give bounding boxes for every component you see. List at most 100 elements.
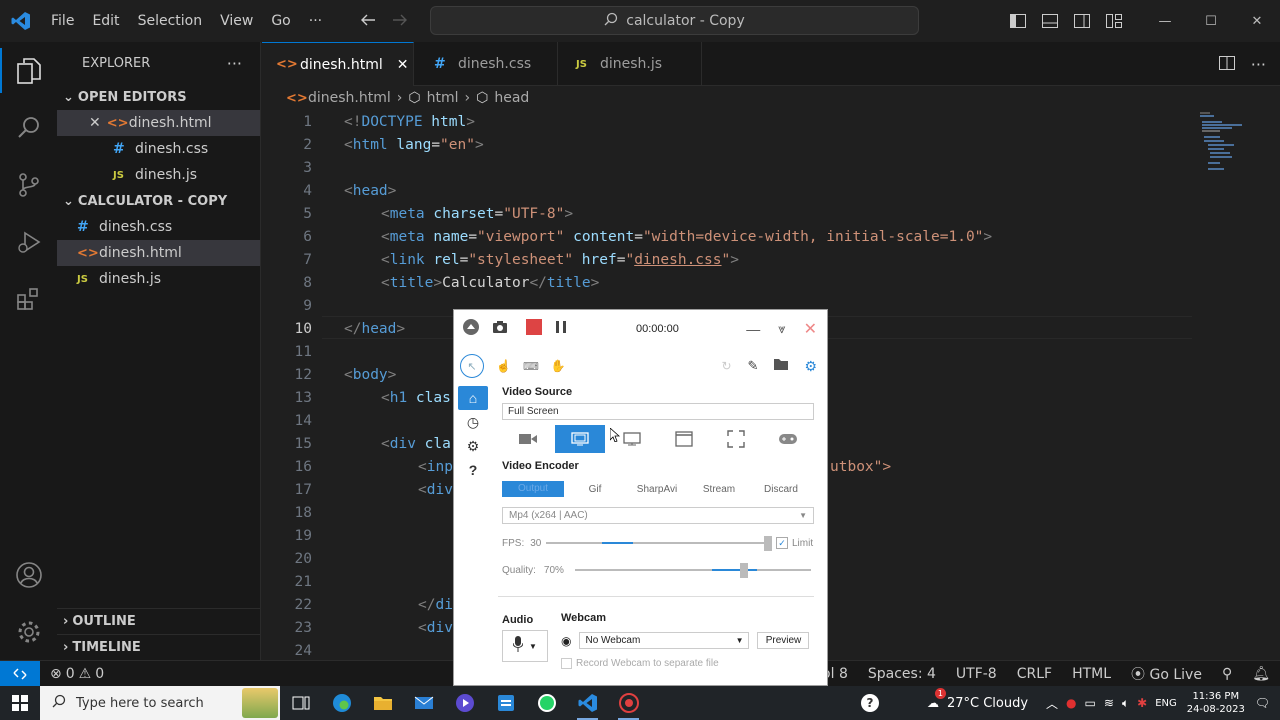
calendar-app-icon[interactable] xyxy=(485,686,526,720)
screen-recorder-icon[interactable] xyxy=(608,686,649,720)
gamepad-source-icon[interactable] xyxy=(763,425,813,453)
file-tree-item[interactable]: <> dinesh.html xyxy=(57,240,260,266)
pause-icon[interactable] xyxy=(554,320,568,339)
folder-icon[interactable] xyxy=(774,357,789,375)
encoder-format-select[interactable]: Mp4 (x264 | AAC) ▼ xyxy=(502,507,814,524)
open-editor-item[interactable]: ✕ <> dinesh.html xyxy=(57,110,260,136)
cursor-tool-icon[interactable]: ↖ xyxy=(460,354,484,378)
windows-start-icon[interactable] xyxy=(0,686,40,720)
timeline-section[interactable]: › TIMELINE xyxy=(57,634,261,660)
taskbar-search[interactable]: Type here to search xyxy=(40,686,280,720)
mail-icon[interactable] xyxy=(403,686,444,720)
end-of-line[interactable]: CRLF xyxy=(1017,666,1052,682)
menu-edit[interactable]: Edit xyxy=(83,0,128,42)
record-webcam-checkbox[interactable] xyxy=(561,658,572,669)
close-icon[interactable]: ✕ xyxy=(804,319,817,339)
outline-section[interactable]: › OUTLINE xyxy=(57,608,261,634)
collapse-icon[interactable] xyxy=(462,318,480,341)
menu-more[interactable]: ··· xyxy=(300,0,331,42)
hand-tool-icon[interactable]: ✋ xyxy=(551,359,566,373)
tab-dinesh-js[interactable]: JS dinesh.js xyxy=(558,42,702,86)
click-tool-icon[interactable]: ☝ xyxy=(496,359,511,373)
settings-gear-icon[interactable] xyxy=(0,603,57,660)
command-center-search[interactable]: calculator - Copy xyxy=(430,6,919,35)
chevron-up-icon[interactable]: ︿ xyxy=(1046,695,1058,712)
file-explorer-icon[interactable] xyxy=(362,686,403,720)
limit-checkbox[interactable]: ✓ xyxy=(776,537,788,549)
encoder-tab-gif[interactable]: Gif xyxy=(564,484,626,495)
breadcrumb-head[interactable]: head xyxy=(494,90,529,106)
language-mode[interactable]: HTML xyxy=(1072,666,1111,682)
region-source-icon[interactable] xyxy=(711,425,761,453)
tab-dinesh-html[interactable]: <> dinesh.html ✕ xyxy=(262,42,414,86)
microphone-button[interactable]: ▼ xyxy=(502,630,548,662)
record-stop-icon[interactable] xyxy=(526,318,542,340)
menu-view[interactable]: View xyxy=(211,0,262,42)
breadcrumb-html[interactable]: html xyxy=(427,90,459,106)
fps-slider-track[interactable] xyxy=(546,542,768,544)
edge-browser-icon[interactable] xyxy=(321,686,362,720)
tab-dinesh-css[interactable]: # dinesh.css xyxy=(414,42,558,86)
encoder-tab-stream[interactable]: Stream xyxy=(688,484,750,495)
indentation[interactable]: Spaces: 4 xyxy=(868,666,936,682)
webcam-select[interactable]: No Webcam ▼ xyxy=(579,632,750,649)
media-app-icon[interactable] xyxy=(444,686,485,720)
home-icon[interactable]: ⌂ xyxy=(458,386,488,410)
folder-section[interactable]: ⌄ CALCULATOR - COPY xyxy=(57,188,260,214)
breadcrumb-file[interactable]: dinesh.html xyxy=(308,90,391,106)
menu-selection[interactable]: Selection xyxy=(129,0,212,42)
encoder-tab-sharpavi[interactable]: SharpAvi xyxy=(626,484,688,495)
menu-file[interactable]: File xyxy=(42,0,83,42)
accounts-status-icon[interactable]: ⚲ xyxy=(1222,666,1232,682)
settings-gear-icon[interactable]: ⚙ xyxy=(458,434,488,458)
task-view-icon[interactable] xyxy=(280,686,321,720)
quality-slider-track[interactable] xyxy=(575,569,811,571)
stylesheet-link[interactable]: dinesh.css xyxy=(634,252,721,268)
volume-icon[interactable]: 🔈︎ xyxy=(1122,696,1129,711)
preview-button[interactable]: Preview xyxy=(757,632,810,649)
history-icon[interactable]: ◷ xyxy=(458,410,488,434)
screenshot-camera-icon[interactable] xyxy=(492,320,508,339)
open-editor-item[interactable]: # dinesh.css xyxy=(57,136,260,162)
more-actions-icon[interactable]: ··· xyxy=(1251,55,1266,74)
source-control-icon[interactable] xyxy=(0,156,57,213)
customize-layout-icon[interactable] xyxy=(1098,14,1130,28)
file-tree-item[interactable]: # dinesh.css xyxy=(57,214,260,240)
problems-indicator[interactable]: ⊗ 0 ⚠ 0 xyxy=(40,666,104,682)
help-icon[interactable]: ? xyxy=(860,694,879,712)
fps-slider-thumb[interactable] xyxy=(764,536,772,551)
go-live-button[interactable]: ⦿ Go Live xyxy=(1131,664,1202,684)
toggle-panel-icon[interactable] xyxy=(1034,14,1066,28)
minimize-icon[interactable]: — xyxy=(746,321,760,337)
explorer-icon[interactable] xyxy=(0,42,57,99)
toggle-secondary-sidebar-icon[interactable] xyxy=(1066,14,1098,28)
notifications-bell-icon[interactable]: 🔔︎ xyxy=(1252,666,1270,682)
full-screen-source-icon[interactable] xyxy=(555,425,605,453)
clock[interactable]: 11:36 PM 24-08-2023 xyxy=(1185,690,1247,716)
window-source-icon[interactable] xyxy=(659,425,709,453)
close-icon[interactable]: ✕ xyxy=(1234,14,1280,29)
keyboard-tool-icon[interactable]: ⌨ xyxy=(523,360,539,373)
open-editors-section[interactable]: ⌄ OPEN EDITORS xyxy=(57,84,260,110)
language-indicator[interactable]: ENG xyxy=(1155,698,1177,709)
whatsapp-icon[interactable] xyxy=(526,686,567,720)
wifi-icon[interactable]: ≋ xyxy=(1104,696,1114,710)
open-editor-item[interactable]: JS dinesh.js xyxy=(57,162,260,188)
extensions-icon[interactable] xyxy=(0,270,57,327)
encoder-tab-discard[interactable]: Discard xyxy=(750,484,812,495)
collapse-down-icon[interactable]: ⩔ xyxy=(778,321,785,337)
toggle-sidebar-icon[interactable] xyxy=(1002,14,1034,28)
refresh-icon[interactable]: ↻ xyxy=(721,359,731,373)
maximize-icon[interactable]: ☐ xyxy=(1188,14,1234,29)
webcam-source-icon[interactable] xyxy=(503,425,553,453)
explorer-more-actions[interactable]: ··· xyxy=(227,54,242,73)
file-tree-item[interactable]: JS dinesh.js xyxy=(57,266,260,292)
weather-text[interactable]: 27°C Cloudy xyxy=(947,696,1028,711)
accounts-icon[interactable] xyxy=(0,546,57,603)
run-debug-icon[interactable] xyxy=(0,213,57,270)
back-arrow-icon[interactable] xyxy=(360,12,376,31)
close-icon[interactable]: ✕ xyxy=(89,115,101,131)
encoding[interactable]: UTF-8 xyxy=(956,666,997,682)
menu-go[interactable]: Go xyxy=(262,0,299,42)
help-icon[interactable]: ? xyxy=(458,458,488,482)
